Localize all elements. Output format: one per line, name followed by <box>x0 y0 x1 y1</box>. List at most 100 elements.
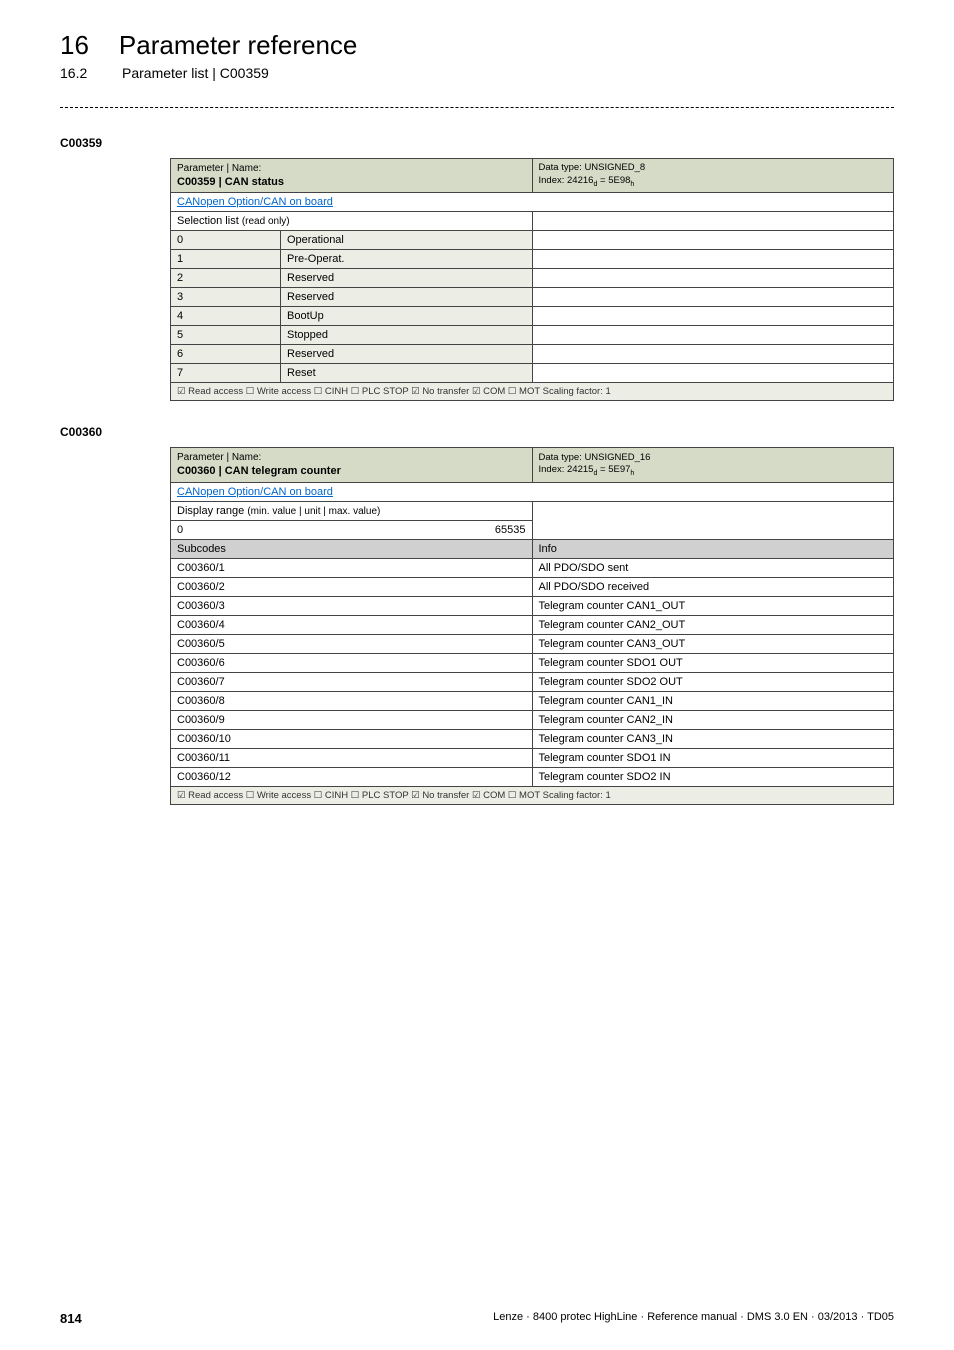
subcodes-head-l: Subcodes <box>171 539 533 558</box>
info: Telegram counter CAN1_OUT <box>532 596 894 615</box>
info: Telegram counter CAN3_IN <box>532 729 894 748</box>
footer-ref: Lenze · 8400 protec HighLine · Reference… <box>493 1311 894 1326</box>
row-number: 1 <box>171 250 281 269</box>
section-number: 16.2 <box>60 65 92 81</box>
empty-cell <box>532 288 894 307</box>
table-row: Selection list (read only) <box>171 212 894 231</box>
subcode: C00360/11 <box>171 748 533 767</box>
row-value: Operational <box>281 231 533 250</box>
info: Telegram counter SDO2 OUT <box>532 672 894 691</box>
table-row: Display range (min. value | unit | max. … <box>171 501 894 520</box>
row-value: BootUp <box>281 307 533 326</box>
subcode: C00360/5 <box>171 634 533 653</box>
page-number: 814 <box>60 1311 82 1326</box>
table-row: 4BootUp <box>171 307 894 326</box>
subcode: C00360/1 <box>171 558 533 577</box>
info: All PDO/SDO received <box>532 577 894 596</box>
row-value: Reset <box>281 364 533 383</box>
code-label: C00359 <box>60 136 894 150</box>
chapter-number: 16 <box>60 30 89 61</box>
display-range-head: Display range (min. value | unit | max. … <box>171 501 533 520</box>
table-row: CANopen Option/CAN on board <box>171 193 894 212</box>
info: Telegram counter SDO1 IN <box>532 748 894 767</box>
data-type-cell: Data type: UNSIGNED_8 Index: 24216d = 5E… <box>532 159 894 193</box>
subcode: C00360/6 <box>171 653 533 672</box>
data-type-cell: Data type: UNSIGNED_16 Index: 24215d = 5… <box>532 448 894 482</box>
parameter-block: Parameter | Name: C00359 | CAN status Da… <box>170 158 894 401</box>
selection-list-head: Selection list (read only) <box>171 212 533 231</box>
row-value: Reserved <box>281 345 533 364</box>
code-label: C00360 <box>60 425 894 439</box>
info: Telegram counter CAN3_OUT <box>532 634 894 653</box>
table-row: C00360/5Telegram counter CAN3_OUT <box>171 634 894 653</box>
table-row: ☑ Read access ☐ Write access ☐ CINH ☐ PL… <box>171 383 894 401</box>
table-row: Parameter | Name: C00360 | CAN telegram … <box>171 448 894 482</box>
table-row: C00360/11Telegram counter SDO1 IN <box>171 748 894 767</box>
parameter-table: Parameter | Name: C00359 | CAN status Da… <box>170 158 894 401</box>
row-number: 7 <box>171 364 281 383</box>
disp-head-text: Display range <box>177 505 244 517</box>
table-row: 0Operational <box>171 231 894 250</box>
table-row: C00360/9Telegram counter CAN2_IN <box>171 710 894 729</box>
info: Telegram counter CAN2_OUT <box>532 615 894 634</box>
table-row: 6Reserved <box>171 345 894 364</box>
row-value: Reserved <box>281 269 533 288</box>
subcode: C00360/9 <box>171 710 533 729</box>
sel-head-text: Selection list <box>177 215 239 227</box>
range-min: 0 <box>171 520 352 539</box>
subcode: C00360/12 <box>171 767 533 786</box>
table-row: 3Reserved <box>171 288 894 307</box>
empty-cell <box>532 250 894 269</box>
access-cell: ☑ Read access ☐ Write access ☐ CINH ☐ PL… <box>171 383 894 401</box>
subcode: C00360/10 <box>171 729 533 748</box>
divider <box>60 107 894 108</box>
parameter-block: Parameter | Name: C00360 | CAN telegram … <box>170 447 894 804</box>
canopen-link[interactable]: CANopen Option/CAN on board <box>177 196 333 208</box>
subcode: C00360/7 <box>171 672 533 691</box>
table-row: ☑ Read access ☐ Write access ☐ CINH ☐ PL… <box>171 786 894 804</box>
table-row: Subcodes Info <box>171 539 894 558</box>
table-row: 5Stopped <box>171 326 894 345</box>
table-row: C00360/1All PDO/SDO sent <box>171 558 894 577</box>
table-row: C00360/3Telegram counter CAN1_OUT <box>171 596 894 615</box>
table-row: Parameter | Name: C00359 | CAN status Da… <box>171 159 894 193</box>
data-type-l1: Data type: UNSIGNED_8 <box>539 162 888 174</box>
subcode: C00360/4 <box>171 615 533 634</box>
section-header: 16.2 Parameter list | C00359 <box>60 65 894 81</box>
empty-cell <box>532 269 894 288</box>
link-cell: CANopen Option/CAN on board <box>171 482 894 501</box>
table-row: C00360/12Telegram counter SDO2 IN <box>171 767 894 786</box>
empty-cell <box>532 501 894 539</box>
row-number: 5 <box>171 326 281 345</box>
subcode: C00360/2 <box>171 577 533 596</box>
param-name-label: Parameter | Name: <box>177 162 526 175</box>
table-row: C00360/8Telegram counter CAN1_IN <box>171 691 894 710</box>
row-value: Reserved <box>281 288 533 307</box>
row-value: Stopped <box>281 326 533 345</box>
table-row: 1Pre-Operat. <box>171 250 894 269</box>
row-number: 4 <box>171 307 281 326</box>
table-row: C00360/10Telegram counter CAN3_IN <box>171 729 894 748</box>
chapter-title: Parameter reference <box>119 30 357 61</box>
param-name-value: C00359 | CAN status <box>177 175 526 189</box>
range-max: 65535 <box>351 520 532 539</box>
row-number: 0 <box>171 231 281 250</box>
sel-head-small: (read only) <box>242 216 290 227</box>
info: Telegram counter SDO2 IN <box>532 767 894 786</box>
subcode: C00360/3 <box>171 596 533 615</box>
table-row: 2Reserved <box>171 269 894 288</box>
table-row: C00360/2All PDO/SDO received <box>171 577 894 596</box>
row-number: 2 <box>171 269 281 288</box>
link-cell: CANopen Option/CAN on board <box>171 193 894 212</box>
param-name-value: C00360 | CAN telegram counter <box>177 464 526 478</box>
empty-cell <box>532 326 894 345</box>
row-number: 3 <box>171 288 281 307</box>
subcode: C00360/8 <box>171 691 533 710</box>
table-row: C00360/6Telegram counter SDO1 OUT <box>171 653 894 672</box>
canopen-link[interactable]: CANopen Option/CAN on board <box>177 486 333 498</box>
row-value: Pre-Operat. <box>281 250 533 269</box>
data-type-l2: Index: 24216d = 5E98h <box>539 175 888 189</box>
data-type-l1: Data type: UNSIGNED_16 <box>539 452 888 464</box>
info: All PDO/SDO sent <box>532 558 894 577</box>
data-type-l2: Index: 24215d = 5E97h <box>539 464 888 478</box>
